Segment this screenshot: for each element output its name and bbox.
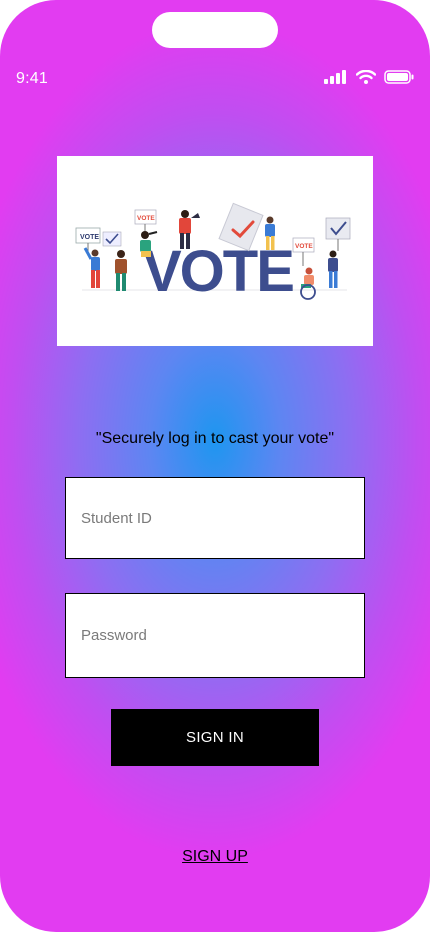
dynamic-island: [152, 12, 278, 48]
login-tagline: "Securely log in to cast your vote": [95, 430, 335, 447]
svg-text:VOTE: VOTE: [137, 215, 155, 222]
student-id-input[interactable]: [65, 477, 365, 559]
password-input[interactable]: [65, 593, 365, 678]
status-icons: [324, 69, 414, 89]
svg-text:VOTE: VOTE: [295, 243, 313, 250]
cellular-signal-icon: [324, 69, 348, 89]
sign-in-button[interactable]: SIGN IN: [111, 709, 319, 766]
status-time: 9:41: [16, 70, 48, 87]
sign-up-link[interactable]: SIGN UP: [0, 848, 430, 866]
battery-icon: [384, 69, 414, 89]
vote-illustration: VOTE VOTE VOTE VOTE: [57, 156, 373, 346]
wifi-icon: [355, 69, 377, 89]
phone-screen: 9:41 VOTE VOTE VOTE VOTE "Securely log i…: [0, 0, 430, 932]
vote-letters: VOTE: [143, 239, 293, 304]
svg-text:VOTE: VOTE: [80, 234, 99, 241]
